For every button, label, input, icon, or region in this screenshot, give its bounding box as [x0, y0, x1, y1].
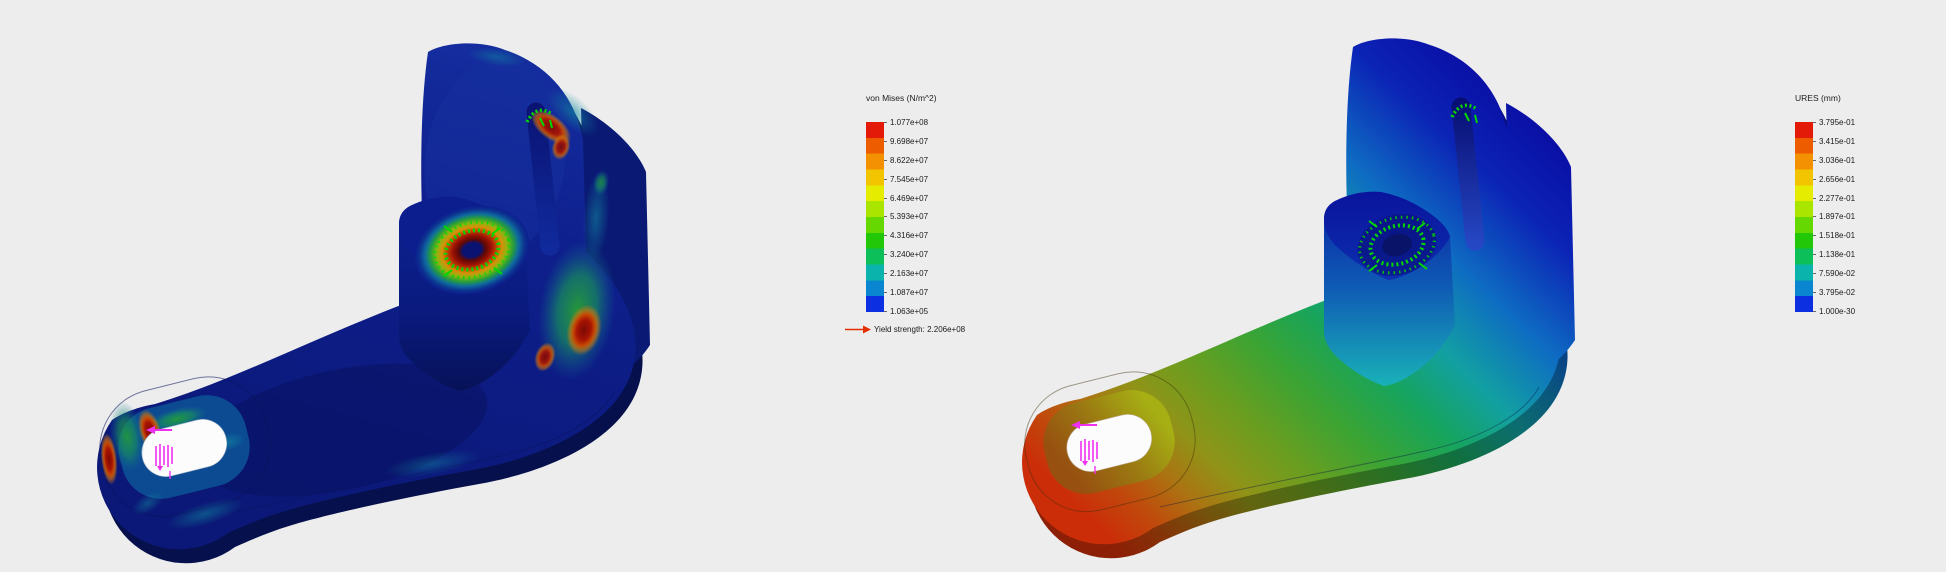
scale-tick	[1813, 179, 1816, 180]
scale-tick	[884, 179, 887, 180]
yield-strength-annotation: Yield strength: 2.206e+08	[845, 325, 965, 334]
scale-value: 8.622e+07	[884, 156, 928, 165]
scale-value-text: 7.545e+07	[890, 175, 928, 184]
scale-value-text: 3.240e+07	[890, 250, 928, 259]
scale-value-text: 3.415e-01	[1819, 137, 1855, 146]
scale-tick	[1813, 141, 1816, 142]
scale-tick	[1813, 235, 1816, 236]
scale-value: 7.590e-02	[1813, 269, 1855, 278]
scale-value: 3.240e+07	[884, 250, 928, 259]
scale-value-text: 6.469e+07	[890, 194, 928, 203]
scale-labels: 3.795e-01 3.415e-01 3.036e-01 2.656e-01 …	[1813, 118, 1855, 316]
scale-value-text: 3.795e-02	[1819, 288, 1855, 297]
scale-value: 6.469e+07	[884, 194, 928, 203]
scale-value-text: 2.163e+07	[890, 269, 928, 278]
legend-title: von Mises (N/m^2)	[866, 94, 965, 103]
scale-tick	[1813, 122, 1816, 123]
simulation-canvas	[0, 0, 1946, 572]
displacement-model[interactable]	[1012, 38, 1575, 558]
scale-value: 3.795e-02	[1813, 288, 1855, 297]
scale-value-text: 4.316e+07	[890, 231, 928, 240]
scale-tick	[884, 216, 887, 217]
scale-labels: 1.077e+08 9.698e+07 8.622e+07 7.545e+07 …	[884, 118, 928, 316]
scale-value-text: 1.138e-01	[1819, 250, 1855, 259]
scale-value: 7.545e+07	[884, 175, 928, 184]
scale-tick	[1813, 160, 1816, 161]
scale-value-text: 7.590e-02	[1819, 269, 1855, 278]
scale-value: 2.163e+07	[884, 269, 928, 278]
scale-value: 3.036e-01	[1813, 156, 1855, 165]
scale-value: 1.077e+08	[884, 118, 928, 127]
scale-value-text: 1.897e-01	[1819, 212, 1855, 221]
scale-value-text: 2.277e-01	[1819, 194, 1855, 203]
yield-arrow-icon	[845, 325, 871, 334]
scale-value: 1.518e-01	[1813, 231, 1855, 240]
scale-tick	[884, 141, 887, 142]
scale-tick	[884, 198, 887, 199]
scale-value-text: 9.698e+07	[890, 137, 928, 146]
scale-tick	[884, 273, 887, 274]
scale-value-text: 1.063e+05	[890, 307, 928, 316]
scale-tick	[884, 122, 887, 123]
ures-legend: URES (mm) 3.795e-01 3.415e-01 3.036e-01 …	[1795, 94, 1855, 316]
scale-tick	[1813, 216, 1816, 217]
scale-tick	[1813, 311, 1816, 312]
scale-value-text: 8.622e+07	[890, 156, 928, 165]
yield-strength-label: Yield strength: 2.206e+08	[874, 325, 965, 334]
scale-value: 3.795e-01	[1813, 118, 1855, 127]
scale-tick	[1813, 292, 1816, 293]
scale-value-text: 1.518e-01	[1819, 231, 1855, 240]
scale-tick	[884, 292, 887, 293]
von-mises-legend: von Mises (N/m^2) 1.077e+08 9.698e+07 8.…	[845, 94, 965, 334]
scale-tick	[884, 235, 887, 236]
simulation-viewport: von Mises (N/m^2) 1.077e+08 9.698e+07 8.…	[0, 0, 1946, 572]
scale-value-text: 3.036e-01	[1819, 156, 1855, 165]
scale-value: 2.277e-01	[1813, 194, 1855, 203]
scale-value-text: 2.656e-01	[1819, 175, 1855, 184]
stress-model[interactable]	[87, 43, 650, 563]
scale-value-text: 1.000e-30	[1819, 307, 1855, 316]
legend-title: URES (mm)	[1795, 94, 1855, 103]
scale-value: 1.063e+05	[884, 307, 928, 316]
scale-value: 4.316e+07	[884, 231, 928, 240]
scale-value: 1.138e-01	[1813, 250, 1855, 259]
color-scale-bar	[1795, 122, 1813, 312]
scale-value-text: 1.087e+07	[890, 288, 928, 297]
scale-value: 1.000e-30	[1813, 307, 1855, 316]
scale-tick	[884, 311, 887, 312]
scale-value: 1.897e-01	[1813, 212, 1855, 221]
scale-value: 1.087e+07	[884, 288, 928, 297]
scale-value-text: 1.077e+08	[890, 118, 928, 127]
scale-value: 2.656e-01	[1813, 175, 1855, 184]
scale-value-text: 3.795e-01	[1819, 118, 1855, 127]
scale-tick	[1813, 198, 1816, 199]
scale-value: 3.415e-01	[1813, 137, 1855, 146]
scale-value-text: 5.393e+07	[890, 212, 928, 221]
scale-value: 5.393e+07	[884, 212, 928, 221]
scale-value: 9.698e+07	[884, 137, 928, 146]
color-scale-bar	[866, 122, 884, 312]
scale-tick	[884, 160, 887, 161]
scale-tick	[1813, 273, 1816, 274]
scale-tick	[1813, 254, 1816, 255]
scale-tick	[884, 254, 887, 255]
